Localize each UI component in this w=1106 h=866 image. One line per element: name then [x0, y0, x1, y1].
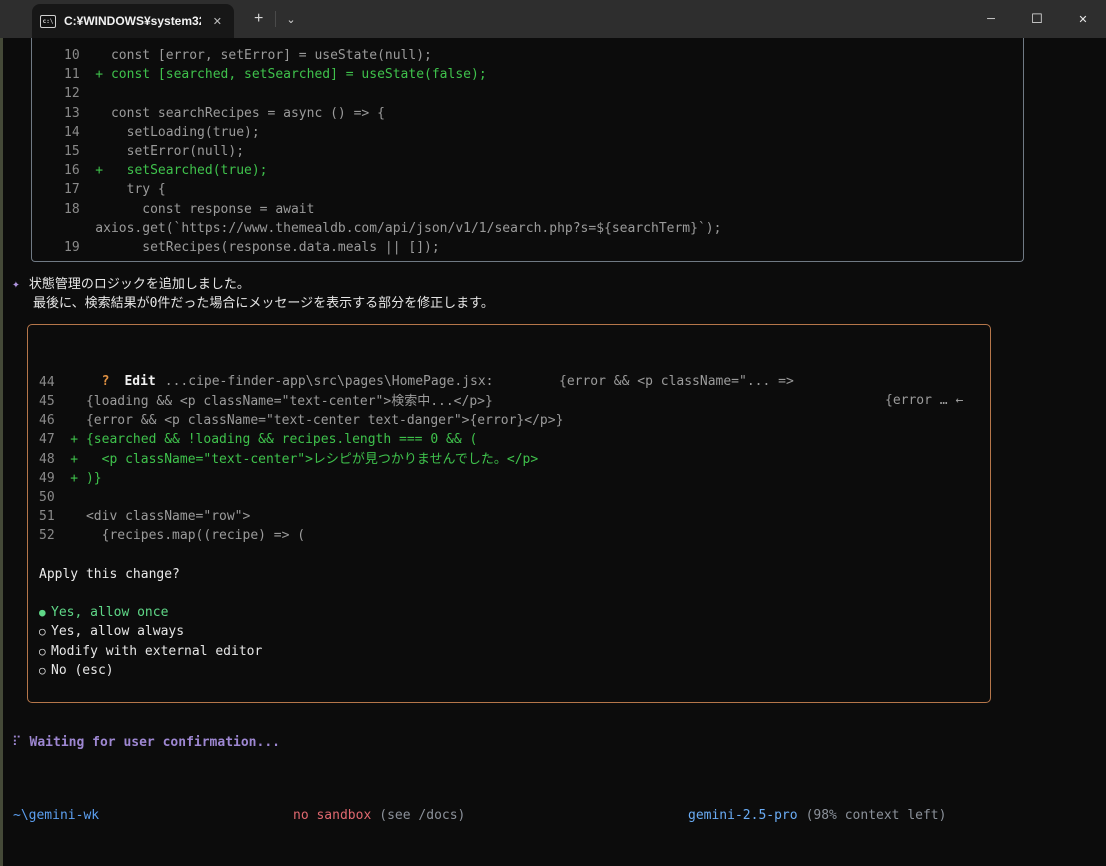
line-text: const searchRecipes = async () => {	[80, 104, 385, 123]
working-directory: ~\gemini-wk	[13, 806, 99, 825]
assistant-message: ✦ 状態管理のロジックを追加しました。 最後に、検索結果が0件だった場合にメッセ…	[12, 275, 1106, 313]
line-text: const response = await	[80, 200, 315, 219]
option-no-esc[interactable]: ○ No (esc)	[39, 661, 990, 680]
option-yes-allow-once[interactable]: ● Yes, allow once	[39, 603, 990, 622]
code-line: 10 const [error, setError] = useState(nu…	[32, 46, 1023, 65]
footer-bar: ~\gemini-wk no sandbox (see /docs) gemini…	[3, 806, 1106, 826]
option-yes-allow-always[interactable]: ○ Yes, allow always	[39, 622, 990, 641]
code-line: 46 {error && <p className="text-center t…	[28, 411, 990, 430]
line-text: + const [searched, setSearched] = useSta…	[80, 65, 487, 84]
code-line: 51 <div className="row">	[28, 507, 990, 526]
code-line: 18 const response = await	[32, 200, 1023, 219]
status-line: ⠏ Waiting for user confirmation...	[12, 733, 1106, 752]
line-text: {error && <p className="text-center text…	[55, 411, 564, 430]
code-line: 13 const searchRecipes = async () => {	[32, 104, 1023, 123]
line-number: 47	[39, 430, 55, 449]
line-number: 13	[64, 104, 80, 123]
line-number: 11	[64, 65, 80, 84]
question-mark-icon: ?	[102, 374, 110, 389]
code-line: 19 setRecipes(response.data.meals || [])…	[32, 238, 1023, 257]
code-line: 48 + <p className="text-center">レシピが見つかり…	[28, 450, 990, 469]
model-name: gemini-2.5-pro	[688, 808, 798, 823]
dialog-file-path: ...cipe-finder-app\src\pages\HomePage.js…	[165, 374, 494, 389]
code-line: 17 try {	[32, 180, 1023, 199]
assistant-message-line1: 状態管理のロジックを追加しました。	[29, 275, 250, 294]
line-number	[64, 219, 80, 238]
line-number: 18	[64, 200, 80, 219]
spinner-icon: ⠏	[12, 735, 22, 750]
terminal-content: 10 const [error, setError] = useState(nu…	[0, 38, 1106, 866]
assistant-message-line2: 最後に、検索結果が0件だった場合にメッセージを表示する部分を修正します。	[12, 294, 1106, 313]
option-label: Yes, allow once	[51, 603, 168, 622]
tabbar-divider	[275, 11, 276, 27]
apply-question: Apply this change?	[28, 565, 990, 584]
line-text: + {searched && !loading && recipes.lengt…	[55, 430, 478, 449]
code-line: 16 + setSearched(true);	[32, 161, 1023, 180]
dialog-snippet-after: {error … ←	[885, 391, 963, 410]
code-line: 47 + {searched && !loading && recipes.le…	[28, 430, 990, 449]
code-line: 14 setLoading(true);	[32, 123, 1023, 142]
line-number: 16	[64, 161, 80, 180]
line-number: 12	[64, 84, 80, 103]
line-number: 52	[39, 526, 55, 545]
line-text: + setSearched(true);	[80, 161, 268, 180]
line-text: setError(null);	[80, 142, 244, 161]
line-text: setLoading(true);	[80, 123, 260, 142]
code-line: 15 setError(null);	[32, 142, 1023, 161]
code-line: axios.get(`https://www.themealdb.com/api…	[32, 219, 1023, 238]
option-label: Modify with external editor	[51, 642, 262, 661]
context-left: (98% context left)	[806, 808, 947, 823]
line-number: 51	[39, 507, 55, 526]
cmd-icon: c:\	[40, 15, 56, 28]
code-line: 52 {recipes.map((recipe) => (	[28, 526, 990, 545]
radio-icon: ○	[39, 661, 51, 680]
radio-icon: ○	[39, 622, 51, 641]
sandbox-status: no sandbox	[293, 808, 371, 823]
code-line: 11 + const [searched, setSearched] = use…	[32, 65, 1023, 84]
line-text: const [error, setError] = useState(null)…	[80, 46, 432, 65]
option-label: No (esc)	[51, 661, 114, 680]
line-number: 19	[64, 238, 80, 257]
line-text: try {	[80, 180, 166, 199]
radio-selected-icon: ●	[39, 603, 51, 622]
tab-title: C:¥WINDOWS¥system32¥cmd	[64, 14, 201, 28]
line-text: axios.get(`https://www.themealdb.com/api…	[80, 219, 722, 238]
option-modify-external-editor[interactable]: ○ Modify with external editor	[39, 642, 990, 661]
sparkle-icon: ✦	[12, 275, 20, 294]
line-number: 17	[64, 180, 80, 199]
line-text: setRecipes(response.data.meals || []);	[80, 238, 440, 257]
terminal-tab[interactable]: c:\ C:¥WINDOWS¥system32¥cmd ✕	[32, 4, 234, 38]
title-bar: c:\ C:¥WINDOWS¥system32¥cmd ✕ + ⌄ ─ ☐ ✕	[0, 0, 1106, 38]
status-text: Waiting for user confirmation...	[30, 735, 280, 750]
window-controls: ─ ☐ ✕	[968, 0, 1106, 38]
line-number: 10	[64, 46, 80, 65]
line-text: <div className="row">	[55, 507, 251, 526]
dialog-header: ?Edit...cipe-finder-app\src\pages\HomePa…	[28, 334, 990, 354]
radio-icon: ○	[39, 642, 51, 661]
line-text: + )}	[55, 469, 102, 488]
line-number: 48	[39, 450, 55, 469]
code-line: 49 + )}	[28, 469, 990, 488]
line-number: 14	[64, 123, 80, 142]
dialog-title: Edit	[124, 374, 155, 389]
tab-dropdown-icon[interactable]: ⌄	[278, 11, 303, 28]
minimize-button[interactable]: ─	[968, 0, 1014, 38]
line-text: + <p className="text-center">レシピが見つかりません…	[55, 450, 539, 469]
maximize-button[interactable]: ☐	[1014, 0, 1060, 38]
line-number: 50	[39, 488, 55, 507]
edit-confirmation-dialog: ? Edit ...cipe-finder-app\src\pages\HomePa…	[27, 324, 991, 703]
confirmation-options: ● Yes, allow once ○ Yes, allow always ○ …	[28, 603, 990, 680]
line-number: 15	[64, 142, 80, 161]
dialog-snippet-before: {error && <p className="... =>	[559, 372, 794, 391]
line-number: 49	[39, 469, 55, 488]
line-text: {recipes.map((recipe) => (	[55, 526, 305, 545]
code-line: 12	[32, 84, 1023, 103]
close-button[interactable]: ✕	[1060, 0, 1106, 38]
new-tab-button[interactable]: +	[244, 8, 273, 30]
code-diff-preview: 10 const [error, setError] = useState(nu…	[31, 38, 1024, 262]
tab-close-icon[interactable]: ✕	[209, 13, 226, 30]
option-label: Yes, allow always	[51, 622, 184, 641]
code-line: 50	[28, 488, 990, 507]
sandbox-hint: (see /docs)	[379, 808, 465, 823]
